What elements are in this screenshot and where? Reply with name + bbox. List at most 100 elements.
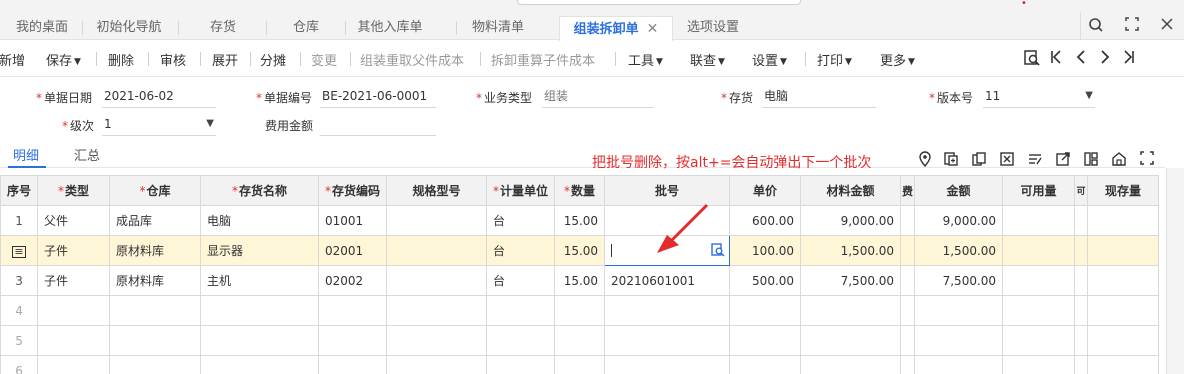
col-header-batch[interactable]: 批号	[604, 175, 731, 206]
empty-cell[interactable]	[37, 355, 111, 374]
empty-cell[interactable]	[318, 325, 388, 356]
tools-menu[interactable]: 工具 ▼	[628, 50, 663, 69]
empty-cell[interactable]	[729, 295, 802, 326]
col-header-unit[interactable]: *计量单位	[486, 175, 556, 206]
empty-cell[interactable]	[914, 295, 1004, 326]
save-button[interactable]: 保存 ▼	[46, 50, 81, 69]
cell-amount[interactable]: 1,500.00	[914, 235, 1004, 266]
table-row-empty[interactable]: 4	[0, 295, 1160, 326]
number-field[interactable]: BE-2021-06-0001	[320, 86, 436, 108]
search-icon[interactable]	[1086, 17, 1106, 37]
col-header-name[interactable]: *存货名称	[200, 175, 320, 206]
empty-cell[interactable]	[1074, 295, 1089, 326]
expand-button[interactable]: 展开	[212, 50, 238, 69]
empty-cell[interactable]	[1002, 295, 1076, 326]
cell-unit[interactable]: 台	[486, 235, 556, 266]
insert-row-icon[interactable]	[942, 151, 960, 169]
cell-price[interactable]: 500.00	[729, 265, 802, 296]
row-seq[interactable]: ≡	[0, 235, 39, 266]
cell-type[interactable]: 子件	[37, 235, 111, 266]
last-record-icon[interactable]	[1119, 49, 1139, 69]
col-header-spec[interactable]: 规格型号	[386, 175, 488, 206]
cell-type[interactable]: 父件	[37, 205, 111, 236]
cell-available[interactable]	[1002, 265, 1076, 296]
restore-icon[interactable]	[1122, 17, 1142, 37]
empty-cell[interactable]	[109, 355, 202, 374]
table-row-selected[interactable]: ≡ 子件 原材料库 显示器 02001 台 15.00 100.00 1,500…	[0, 235, 1160, 266]
cell-available[interactable]	[1002, 235, 1076, 266]
row-lookup-icon[interactable]: ≡	[12, 245, 26, 258]
empty-cell[interactable]	[554, 355, 606, 374]
tab-other-inbound[interactable]: 其他入库单	[352, 16, 428, 40]
fee-field[interactable]	[320, 114, 436, 136]
settings-menu[interactable]: 设置 ▼	[752, 50, 787, 69]
level-select[interactable]: 1 ▼	[102, 114, 216, 136]
cell-name[interactable]: 显示器	[200, 235, 320, 266]
empty-cell[interactable]	[386, 295, 488, 326]
tab-warehouse[interactable]: 仓库	[278, 16, 334, 40]
cell-material-amount[interactable]: 9,000.00	[800, 205, 902, 236]
cell-type[interactable]: 子件	[37, 265, 111, 296]
cell-name[interactable]: 主机	[200, 265, 320, 296]
cell-stock[interactable]	[1087, 265, 1160, 296]
more-menu[interactable]: 更多 ▼	[880, 50, 915, 69]
empty-cell[interactable]	[554, 325, 606, 356]
table-row[interactable]: 1 父件 成品库 电脑 01001 台 15.00 600.00 9,000.0…	[0, 205, 1160, 236]
col-header-stock[interactable]: 现存量	[1087, 175, 1160, 206]
column-settings-icon[interactable]	[1082, 151, 1100, 169]
tab-detail[interactable]: 明细	[13, 145, 39, 164]
empty-cell[interactable]	[200, 355, 320, 374]
empty-cell[interactable]	[386, 355, 488, 374]
cell-extra[interactable]	[1074, 205, 1089, 236]
delete-row-icon[interactable]	[998, 151, 1016, 169]
find-document-icon[interactable]	[1022, 49, 1042, 69]
global-search-box[interactable]	[517, 0, 801, 5]
empty-cell[interactable]	[900, 295, 916, 326]
table-row-empty[interactable]: 5	[0, 325, 1160, 356]
version-select[interactable]: 11 ▼	[983, 86, 1095, 108]
empty-cell[interactable]	[109, 295, 202, 326]
reparent-cost-button[interactable]: 组装重取父件成本	[360, 50, 464, 69]
cell-qty[interactable]: 15.00	[554, 235, 606, 266]
cell-code[interactable]: 02002	[318, 265, 388, 296]
cell-spec[interactable]	[386, 235, 488, 266]
empty-cell[interactable]	[318, 295, 388, 326]
date-field[interactable]: 2021-06-02	[102, 86, 216, 108]
cell-fee[interactable]	[900, 205, 916, 236]
empty-cell[interactable]	[1087, 355, 1160, 374]
empty-cell[interactable]	[1087, 295, 1160, 326]
empty-cell[interactable]	[914, 325, 1004, 356]
table-row[interactable]: 3 子件 原材料库 主机 02002 台 15.00 20210601001 5…	[0, 265, 1160, 296]
cell-price[interactable]: 600.00	[729, 205, 802, 236]
empty-cell[interactable]	[37, 325, 111, 356]
export-icon[interactable]	[1054, 151, 1072, 169]
cell-spec[interactable]	[386, 265, 488, 296]
cell-code[interactable]: 02001	[318, 235, 388, 266]
cell-qty[interactable]: 15.00	[554, 205, 606, 236]
col-header-available[interactable]: 可用量	[1002, 175, 1076, 206]
cell-available[interactable]	[1002, 205, 1076, 236]
empty-cell[interactable]	[1002, 355, 1076, 374]
empty-cell[interactable]	[1002, 325, 1076, 356]
empty-cell[interactable]	[800, 295, 902, 326]
vertical-scrollbar[interactable]	[1166, 168, 1184, 374]
col-header-material-amount[interactable]: 材料金额	[800, 175, 902, 206]
tab-assembly-disassembly[interactable]: 组装拆卸单 ✕	[559, 16, 673, 41]
empty-cell[interactable]	[200, 325, 320, 356]
empty-cell[interactable]	[200, 295, 320, 326]
cell-material-amount[interactable]: 1,500.00	[800, 235, 902, 266]
tab-options[interactable]: 选项设置	[680, 16, 746, 40]
empty-cell[interactable]	[900, 355, 916, 374]
tab-desktop[interactable]: 我的桌面	[8, 16, 76, 40]
home-icon[interactable]	[1110, 151, 1128, 169]
cell-extra[interactable]	[1074, 235, 1089, 266]
tab-bom[interactable]: 物料清单	[466, 16, 530, 40]
tab-summary[interactable]: 汇总	[74, 145, 100, 164]
batch-edit-icon[interactable]	[1026, 151, 1044, 169]
empty-cell[interactable]	[900, 325, 916, 356]
col-header-type[interactable]: *类型	[37, 175, 111, 206]
empty-cell[interactable]	[1074, 325, 1089, 356]
close-icon[interactable]	[1157, 17, 1177, 37]
cell-amount[interactable]: 9,000.00	[914, 205, 1004, 236]
col-header-code[interactable]: *存货编码	[318, 175, 388, 206]
